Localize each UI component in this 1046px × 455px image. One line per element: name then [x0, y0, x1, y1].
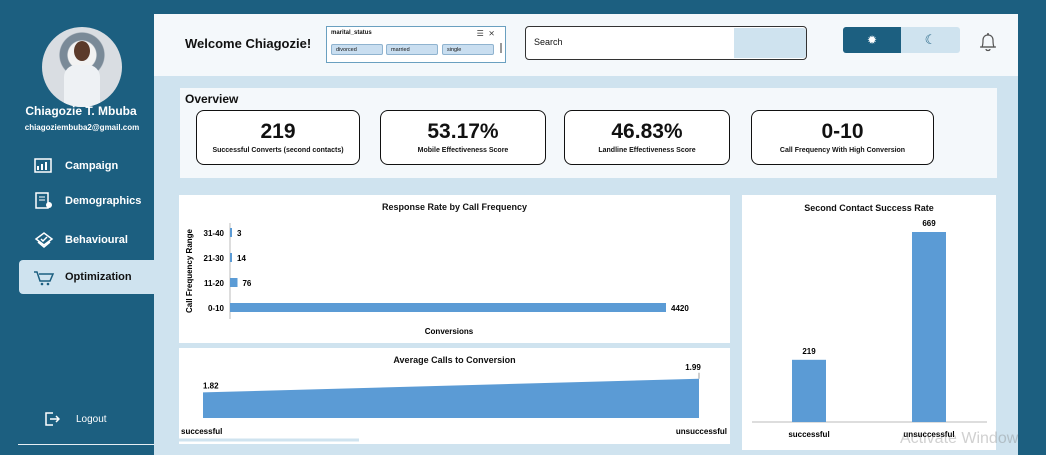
user-email: chiagoziembuba2@gmail.com	[24, 123, 140, 132]
notification-bell-icon[interactable]	[977, 31, 999, 53]
overview-title: Overview	[185, 92, 239, 106]
slicer-option-divorced[interactable]: divorced	[331, 44, 383, 55]
search-input[interactable]: Search	[525, 26, 807, 60]
welcome-message: Welcome Chiagozie!	[185, 36, 312, 51]
behavioural-icon	[33, 230, 55, 250]
sun-icon: ✹	[866, 33, 878, 47]
kpi-value: 46.83%	[611, 120, 683, 143]
kpi-label: Successful Converts (second contacts)	[212, 147, 344, 154]
data-label: 669	[922, 219, 936, 228]
average-calls-chart: 1.82 1.99 successful unsuccessful	[179, 363, 727, 442]
nav-item-label: Behavioural	[65, 234, 128, 246]
logout-button[interactable]: Logout	[44, 411, 107, 427]
data-label: 76	[242, 279, 251, 288]
slicer-option-single[interactable]: single	[442, 44, 494, 55]
optimization-icon	[33, 267, 55, 287]
clear-filter-icon[interactable]: ⨯	[488, 29, 495, 38]
bar	[230, 303, 666, 312]
moon-icon: ☾	[924, 32, 937, 47]
nav-item-label: Campaign	[65, 160, 119, 172]
bar	[792, 359, 826, 422]
dark-mode-button[interactable]: ☾	[901, 27, 960, 53]
kpi-card-landline-effectiveness: 46.83% Landline Effectiveness Score	[564, 110, 730, 165]
x-axis-label: Conversions	[425, 327, 474, 336]
theme-toggle[interactable]: ✹ ☾	[843, 27, 960, 53]
category-tick-label: successful	[181, 427, 222, 436]
slicer-title: marital_status	[331, 30, 372, 36]
sidebar-divider	[18, 444, 154, 445]
bar	[230, 228, 232, 237]
kpi-value: 0-10	[821, 120, 864, 143]
multi-select-icon[interactable]: ☰	[477, 29, 484, 38]
data-label: 3	[237, 229, 242, 238]
category-tick-label: 31-40	[204, 229, 225, 238]
overview-section: Overview 219 Successful Converts (second…	[180, 88, 997, 178]
kpi-value: 219	[260, 120, 296, 143]
slicer-option-married[interactable]: married	[386, 44, 438, 55]
average-calls-chart-panel: Average Calls to Conversion 1.82 1.99 succ…	[179, 348, 730, 444]
category-tick-label: successful	[788, 430, 829, 439]
data-label: 1.99	[685, 363, 701, 372]
main-content: Welcome Chiagozie! marital_status ☰ ⨯ di…	[154, 14, 1018, 455]
kpi-label: Mobile Effectiveness Score	[417, 147, 509, 154]
bar	[230, 278, 238, 287]
second-contact-chart-panel: Second Contact Success Rate 219 successfu…	[742, 195, 996, 450]
search-label: Search	[534, 37, 563, 47]
logout-label: Logout	[76, 413, 107, 425]
nav-item-behavioural[interactable]: Behavioural	[19, 223, 154, 257]
y-axis-label: Call Frequency Range	[185, 228, 194, 313]
slicer-scrollbar[interactable]	[500, 43, 502, 53]
kpi-value: 53.17%	[427, 120, 499, 143]
kpi-card-successful-converts: 219 Successful Converts (second contacts…	[196, 110, 360, 165]
area-series	[203, 378, 699, 418]
category-tick-label: 0-10	[208, 304, 225, 313]
data-label: 1.82	[203, 381, 219, 390]
data-label: 4420	[671, 304, 689, 313]
campaign-icon	[33, 156, 55, 176]
category-tick-label: 11-20	[204, 279, 225, 288]
logout-icon	[44, 411, 61, 427]
nav-item-campaign[interactable]: Campaign	[19, 149, 154, 183]
marital-status-slicer[interactable]: marital_status ☰ ⨯ divorced married sing…	[326, 26, 506, 63]
kpi-card-call-frequency: 0-10 Call Frequency With High Conversion	[751, 110, 934, 165]
data-label: 219	[802, 347, 816, 356]
response-rate-chart: 0-10 4420 11-20 76 21-30 14 31-40 3 Conversions C…	[185, 223, 689, 336]
category-tick-label: 21-30	[204, 254, 225, 263]
nav-item-demographics[interactable]: Demographics	[19, 184, 154, 218]
light-mode-button[interactable]: ✹	[843, 27, 901, 53]
response-rate-chart-panel: Response Rate by Call Frequency 0-10 4420…	[179, 195, 730, 343]
demographics-icon	[33, 191, 55, 211]
kpi-label: Landline Effectiveness Score	[598, 147, 696, 154]
activation-watermark: Activate Window	[900, 430, 1019, 447]
sidebar: Chiagozie T. Mbuba chiagoziembuba2@gmail…	[0, 0, 154, 455]
user-name: Chiagozie T. Mbuba	[25, 104, 137, 118]
avatar[interactable]	[42, 27, 122, 107]
slicer-controls[interactable]: ☰ ⨯	[477, 29, 495, 38]
second-contact-chart: 219successful669unsuccessful	[752, 219, 987, 439]
nav-item-label: Optimization	[65, 271, 132, 283]
nav-item-label: Demographics	[65, 195, 142, 207]
category-tick-label: unsuccessful	[676, 427, 727, 436]
bar	[230, 253, 232, 262]
search-button[interactable]	[734, 28, 806, 58]
kpi-label: Call Frequency With High Conversion	[779, 147, 906, 154]
nav-item-optimization[interactable]: Optimization	[19, 260, 154, 294]
data-label: 14	[237, 254, 246, 263]
top-bar: Welcome Chiagozie! marital_status ☰ ⨯ di…	[154, 14, 1018, 76]
bar	[912, 232, 946, 422]
kpi-card-mobile-effectiveness: 53.17% Mobile Effectiveness Score	[380, 110, 546, 165]
